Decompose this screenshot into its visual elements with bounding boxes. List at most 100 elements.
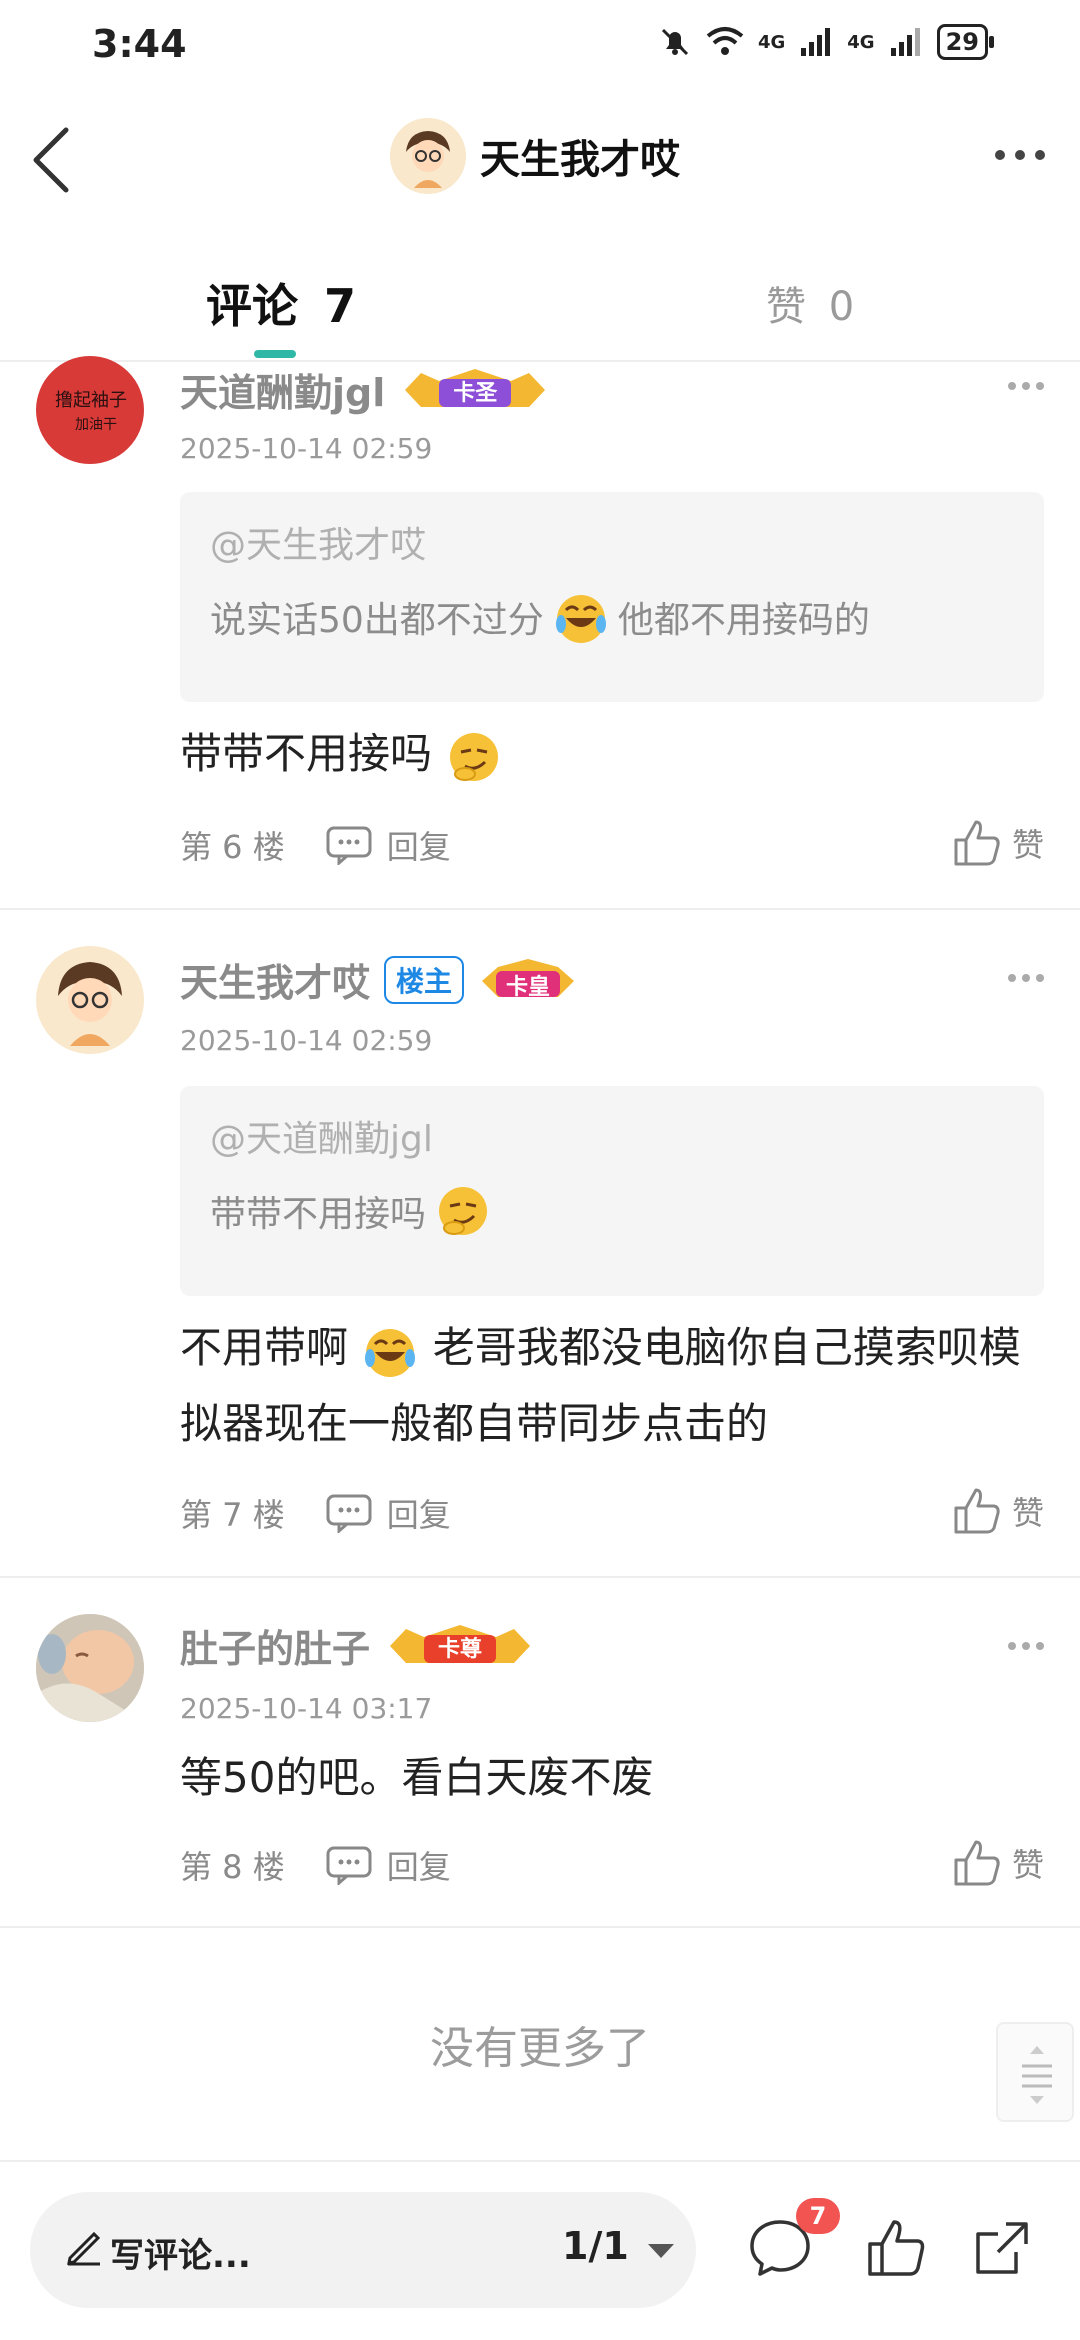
user-avatar[interactable] (36, 946, 144, 1054)
floor-number: 第 8 楼 (180, 1848, 285, 1886)
like-button[interactable]: 赞 (952, 1486, 1044, 1536)
page-dropdown-icon[interactable] (648, 2244, 674, 2258)
reply-button[interactable]: 回复 (325, 1842, 451, 1888)
comment-time: 2025-10-14 02:59 (180, 432, 433, 465)
rank-label: 卡皇 (506, 974, 551, 1000)
mute-bell-icon (661, 28, 689, 56)
comment-text-a: 不用带啊 (180, 1323, 349, 1372)
tab-likes[interactable]: 赞 0 (766, 274, 854, 332)
wifi-icon (706, 27, 744, 55)
comment-meta: 第 8 楼 回复 (180, 1842, 451, 1888)
rank-badge: 卡皇 (478, 953, 578, 1007)
name-row: 天道酬勤jgl 卡圣 (180, 362, 551, 417)
rank-badge: 卡圣 (399, 363, 551, 417)
header-user[interactable]: 天生我才哎 (390, 118, 680, 194)
status-icons: 4G 4G 29 (658, 24, 995, 60)
host-badge: 楼主 (384, 955, 465, 1004)
quote-box[interactable]: @天生我才哎 说实话50出都不过分 他都不用接码的 (180, 492, 1044, 702)
pencil-icon (67, 2231, 101, 2266)
scroll-top-icon (1022, 2046, 1052, 2104)
like-label: 赞 (1011, 826, 1044, 864)
network-label-1: 4G (757, 31, 786, 53)
avatar-calligraphy: 撸起袖子 (55, 390, 127, 411)
comment-more-icon[interactable] (1006, 1638, 1046, 1654)
thumbs-up-icon[interactable] (864, 2216, 928, 2280)
thumbs-up-icon (954, 820, 1000, 866)
signal-icon (801, 28, 831, 56)
rank-label: 卡圣 (453, 380, 498, 406)
like-button[interactable]: 赞 (952, 1838, 1044, 1888)
thumbs-up-icon (954, 1840, 1000, 1886)
page-indicator[interactable]: 1/1 (562, 2224, 629, 2268)
reply-icon (326, 826, 372, 865)
like-label: 赞 (1011, 1846, 1044, 1884)
like-button[interactable]: 赞 (952, 818, 1044, 868)
share-icon[interactable] (970, 2216, 1034, 2280)
status-bar: 3:44 4G 4G 29 (0, 0, 1080, 90)
reply-icon (326, 1846, 372, 1885)
comment-more-icon[interactable] (1006, 378, 1046, 394)
user-avatar[interactable]: 撸起袖子 加油干 (36, 356, 144, 464)
status-time: 3:44 (92, 22, 187, 66)
thumbs-up-icon (954, 1488, 1000, 1534)
name-row: 天生我才哎 楼主 卡皇 (180, 952, 578, 1007)
header: 天生我才哎 (0, 100, 1080, 220)
user-avatar[interactable] (36, 1614, 144, 1722)
bottom-bar: 写评论... 1/1 7 (0, 2162, 1080, 2340)
rank-badge: 卡尊 (384, 1619, 536, 1673)
network-label-2: 4G (847, 31, 875, 53)
reply-label: 回复 (386, 828, 451, 866)
tab-comments[interactable]: 评论 7 (206, 270, 356, 336)
write-comment-input[interactable]: 写评论... 1/1 (30, 2192, 696, 2308)
laugh-cry-emoji-icon (365, 1328, 416, 1377)
smirk-emoji-icon (450, 732, 499, 781)
comment-content: 带带不用接吗 (180, 716, 1050, 792)
tab-active-indicator (254, 350, 296, 358)
floor-number: 第 7 楼 (180, 1496, 285, 1534)
comment-count-badge: 7 (796, 2198, 840, 2234)
tab-likes-label: 赞 (766, 284, 806, 330)
tab-bar: 评论 7 赞 0 (0, 250, 1080, 362)
reply-button[interactable]: 回复 (325, 822, 451, 868)
quote-text: 说实话50出都不过分 他都不用接码的 (210, 588, 1014, 646)
comment-text: 带带不用接吗 (180, 729, 433, 778)
tab-likes-count: 0 (828, 284, 855, 330)
quote-mention[interactable]: @天生我才哎 (210, 516, 1014, 568)
quote-text-a: 带带不用接吗 (210, 1194, 427, 1235)
rank-label: 卡尊 (438, 1636, 483, 1662)
comment-time: 2025-10-14 02:59 (180, 1024, 433, 1057)
scroll-to-top-button[interactable] (996, 2022, 1074, 2122)
name-row: 肚子的肚子 卡尊 (180, 1618, 536, 1673)
comment-divider (0, 908, 1080, 910)
quote-text: 带带不用接吗 (210, 1182, 1014, 1240)
reply-button[interactable]: 回复 (325, 1490, 451, 1536)
floor-number: 第 6 楼 (180, 828, 285, 866)
like-label: 赞 (1011, 1494, 1044, 1532)
quote-text-a: 说实话50出都不过分 (210, 600, 544, 641)
smirk-emoji-icon (439, 1187, 488, 1235)
comment-meta: 第 6 楼 回复 (180, 822, 451, 868)
user-name[interactable]: 天道酬勤jgl (180, 362, 385, 417)
quote-box[interactable]: @天道酬勤jgl 带带不用接吗 (180, 1086, 1044, 1296)
laugh-cry-emoji-icon (555, 595, 606, 643)
comment-more-icon[interactable] (1006, 970, 1046, 986)
user-name[interactable]: 肚子的肚子 (180, 1618, 370, 1673)
comment-divider (0, 1926, 1080, 1928)
more-options-icon[interactable] (990, 140, 1050, 170)
no-more-text: 没有更多了 (430, 2023, 650, 2074)
comment-divider (0, 1576, 1080, 1578)
tab-comments-label: 评论 (206, 279, 298, 333)
user-name[interactable]: 天生我才哎 (180, 952, 370, 1007)
quote-mention[interactable]: @天道酬勤jgl (210, 1110, 1014, 1162)
tab-comments-count: 7 (324, 279, 357, 333)
reply-label: 回复 (386, 1496, 451, 1534)
header-avatar[interactable] (390, 118, 466, 194)
comment-meta: 第 7 楼 回复 (180, 1490, 451, 1536)
header-title: 天生我才哎 (480, 137, 680, 183)
reply-label: 回复 (386, 1848, 451, 1886)
quote-text-b: 他都不用接码的 (617, 600, 870, 641)
back-arrow-icon[interactable] (26, 120, 86, 200)
write-comment-placeholder: 写评论... (110, 2236, 251, 2276)
comment-time: 2025-10-14 03:17 (180, 1692, 433, 1725)
reply-icon (326, 1494, 372, 1533)
